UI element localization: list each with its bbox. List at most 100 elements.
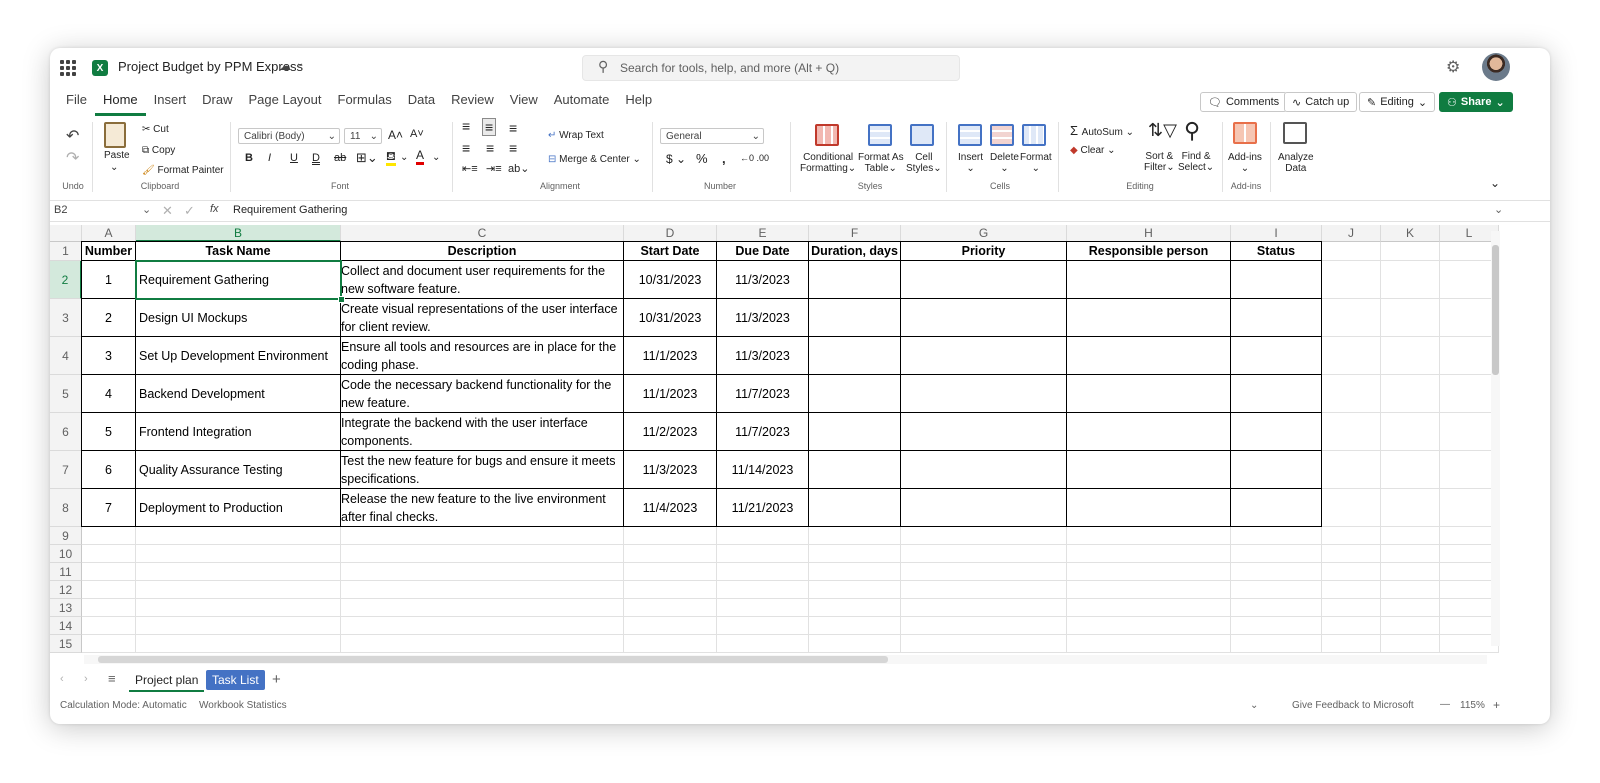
table-cell[interactable] bbox=[901, 375, 1067, 413]
format-as-table-button[interactable]: Format As Table⌄ bbox=[858, 152, 904, 174]
table-cell[interactable] bbox=[901, 261, 1067, 299]
find-select-icon[interactable]: ⚲ bbox=[1184, 118, 1200, 144]
row-header-7[interactable]: 7 bbox=[50, 451, 82, 489]
double-underline-icon[interactable]: D bbox=[312, 152, 320, 164]
chevron-down-icon[interactable]: ⌄ bbox=[142, 203, 151, 216]
description-cell[interactable]: Test the new feature for bugs and ensure… bbox=[341, 451, 624, 489]
row-header-12[interactable]: 12 bbox=[50, 581, 82, 599]
due-date-cell[interactable]: 11/3/2023 bbox=[717, 261, 809, 299]
chevron-down-icon[interactable]: ⌄ bbox=[432, 152, 440, 163]
row-header-3[interactable]: 3 bbox=[50, 299, 82, 337]
autosum-button[interactable]: Σ AutoSum ⌄ bbox=[1070, 123, 1134, 138]
row-header-5[interactable]: 5 bbox=[50, 375, 82, 413]
table-cell[interactable] bbox=[901, 413, 1067, 451]
column-header-d[interactable]: D bbox=[624, 225, 717, 242]
borders-icon[interactable]: ⊞⌄ bbox=[356, 150, 378, 166]
header-cell[interactable]: Priority bbox=[901, 242, 1067, 261]
table-cell[interactable] bbox=[809, 299, 901, 337]
conditional-formatting-button[interactable]: Conditional Formatting⌄ bbox=[800, 152, 856, 174]
tab-review[interactable]: Review bbox=[443, 91, 502, 113]
start-date-cell[interactable]: 11/1/2023 bbox=[624, 375, 717, 413]
font-family-select[interactable]: Calibri (Body) ⌄ bbox=[238, 128, 340, 144]
header-cell[interactable]: Number bbox=[82, 242, 136, 261]
description-cell[interactable]: Collect and document user requirements f… bbox=[341, 261, 624, 299]
sheet-tab-project-plan[interactable]: Project plan bbox=[129, 670, 205, 692]
row-header-11[interactable]: 11 bbox=[50, 563, 82, 581]
due-date-cell[interactable]: 11/3/2023 bbox=[717, 337, 809, 375]
strikethrough-icon[interactable]: ab bbox=[334, 152, 346, 164]
number-cell[interactable]: 7 bbox=[82, 489, 136, 527]
row-header-14[interactable]: 14 bbox=[50, 617, 82, 635]
number-cell[interactable]: 3 bbox=[82, 337, 136, 375]
table-cell[interactable] bbox=[1067, 261, 1231, 299]
task-name-cell[interactable]: Quality Assurance Testing bbox=[136, 451, 341, 489]
feedback-link[interactable]: Give Feedback to Microsoft bbox=[1292, 700, 1414, 711]
add-ins-button[interactable]: Add-ins ⌄ bbox=[1228, 152, 1262, 174]
column-header-f[interactable]: F bbox=[809, 225, 901, 242]
header-cell[interactable]: Start Date bbox=[624, 242, 717, 261]
analyze-data-icon[interactable] bbox=[1283, 122, 1307, 144]
tab-formulas[interactable]: Formulas bbox=[330, 91, 400, 113]
clear-button[interactable]: ◆ Clear ⌄ bbox=[1070, 145, 1116, 156]
zoom-in-button[interactable]: + bbox=[1493, 698, 1500, 712]
find-select-button[interactable]: Find & Select⌄ bbox=[1178, 151, 1214, 173]
table-cell[interactable] bbox=[809, 489, 901, 527]
number-cell[interactable]: 1 bbox=[82, 261, 136, 299]
align-top-icon[interactable]: ≡ bbox=[462, 118, 470, 134]
increase-decimal-icon[interactable]: ←0 .00 bbox=[740, 153, 769, 163]
description-cell[interactable]: Code the necessary backend functionality… bbox=[341, 375, 624, 413]
table-cell[interactable] bbox=[809, 413, 901, 451]
due-date-cell[interactable]: 11/3/2023 bbox=[717, 299, 809, 337]
font-color-icon[interactable]: A bbox=[416, 149, 425, 165]
start-date-cell[interactable]: 11/3/2023 bbox=[624, 451, 717, 489]
tab-page-layout[interactable]: Page Layout bbox=[241, 91, 330, 113]
share-button[interactable]: ⚇ Share ⌄ bbox=[1439, 92, 1513, 112]
table-cell[interactable] bbox=[1231, 261, 1322, 299]
chevron-down-icon[interactable]: ⌄ bbox=[296, 58, 304, 69]
shrink-font-icon[interactable]: A˅ bbox=[410, 128, 424, 140]
select-all-corner[interactable] bbox=[50, 225, 82, 242]
zoom-out-button[interactable]: — bbox=[1440, 699, 1450, 710]
description-cell[interactable]: Integrate the backend with the user inte… bbox=[341, 413, 624, 451]
enter-check-icon[interactable]: ✓ bbox=[184, 203, 195, 219]
row-header-8[interactable]: 8 bbox=[50, 489, 82, 527]
chevron-down-icon[interactable]: ⌄ bbox=[1250, 700, 1258, 711]
scrollbar-thumb[interactable] bbox=[1492, 245, 1499, 375]
due-date-cell[interactable]: 11/7/2023 bbox=[717, 413, 809, 451]
table-cell[interactable] bbox=[809, 375, 901, 413]
fill-handle[interactable] bbox=[338, 296, 345, 303]
start-date-cell[interactable]: 10/31/2023 bbox=[624, 299, 717, 337]
tab-home[interactable]: Home bbox=[94, 91, 146, 116]
table-cell[interactable] bbox=[1231, 451, 1322, 489]
underline-icon[interactable]: U bbox=[290, 152, 298, 164]
format-painter-button[interactable]: 🖌 Format Painter bbox=[142, 165, 224, 176]
table-cell[interactable] bbox=[901, 299, 1067, 337]
table-cell[interactable] bbox=[1231, 489, 1322, 527]
settings-gear-icon[interactable]: ⚙ bbox=[1446, 57, 1460, 77]
column-header-a[interactable]: A bbox=[82, 225, 136, 242]
table-cell[interactable] bbox=[1067, 489, 1231, 527]
column-header-e[interactable]: E bbox=[717, 225, 809, 242]
task-name-cell[interactable]: Deployment to Production bbox=[136, 489, 341, 527]
decrease-indent-icon[interactable]: ⇤≡ bbox=[462, 162, 478, 175]
tab-file[interactable]: File bbox=[58, 91, 95, 113]
start-date-cell[interactable]: 11/4/2023 bbox=[624, 489, 717, 527]
description-cell[interactable]: Release the new feature to the live envi… bbox=[341, 489, 624, 527]
number-cell[interactable]: 5 bbox=[82, 413, 136, 451]
delete-cells-icon[interactable] bbox=[990, 124, 1014, 146]
spreadsheet-grid[interactable]: A B C D E F G H I J K L 1 2 3 4 5 6 7 8 9 10 11 12 13 14 15 Number T… bbox=[50, 225, 1550, 664]
task-name-cell[interactable]: Requirement Gathering bbox=[136, 261, 341, 299]
format-cells-icon[interactable] bbox=[1022, 124, 1046, 146]
add-sheet-button[interactable]: + bbox=[266, 670, 287, 690]
table-cell[interactable] bbox=[1067, 413, 1231, 451]
conditional-formatting-icon[interactable] bbox=[815, 124, 839, 146]
row-header-15[interactable]: 15 bbox=[50, 635, 82, 653]
catch-up-button[interactable]: ∿ Catch up bbox=[1284, 92, 1358, 112]
sort-filter-button[interactable]: Sort & Filter⌄ bbox=[1144, 151, 1175, 173]
tab-draw[interactable]: Draw bbox=[194, 91, 240, 113]
insert-cells-icon[interactable] bbox=[958, 124, 982, 146]
table-cell[interactable] bbox=[809, 337, 901, 375]
header-cell[interactable]: Description bbox=[341, 242, 624, 261]
due-date-cell[interactable]: 11/21/2023 bbox=[717, 489, 809, 527]
analyze-data-button[interactable]: Analyze Data bbox=[1278, 152, 1314, 174]
